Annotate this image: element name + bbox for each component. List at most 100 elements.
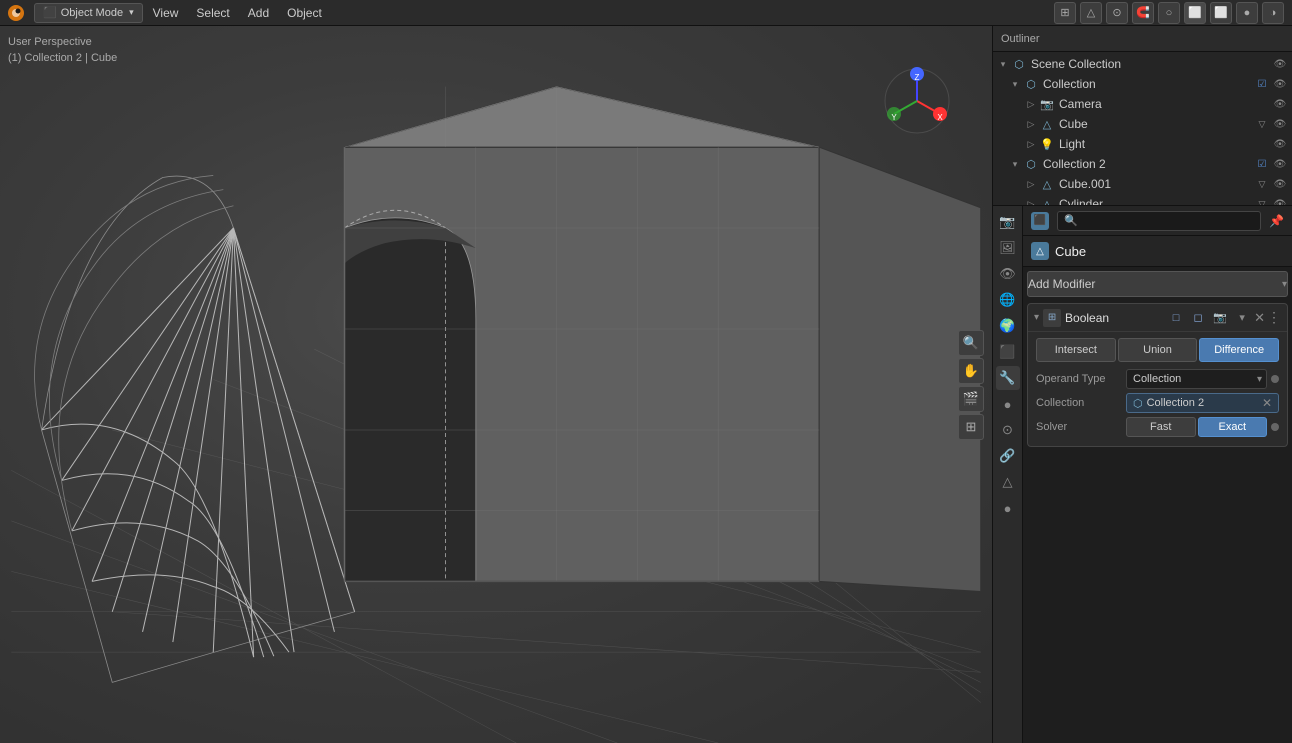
expand-cylinder: ▷ (1025, 198, 1037, 205)
outliner-row-collection2[interactable]: ▾ ⬡ Collection 2 ☑ 👁 (993, 154, 1292, 174)
solver-exact-btn[interactable]: Exact (1198, 417, 1268, 437)
top-bar-left: ⬛ Object Mode ▾ View Select Add Object (0, 2, 334, 24)
visibility-collection[interactable]: 👁 (1272, 76, 1288, 92)
modifier-cage-btn[interactable]: ▾ (1232, 308, 1252, 328)
visibility-camera[interactable]: 👁 (1272, 96, 1288, 112)
filter-cylinder[interactable]: ▽ (1254, 196, 1270, 205)
scene-canvas (0, 26, 992, 743)
op-difference-btn[interactable]: Difference (1199, 338, 1279, 362)
modifier-icon: ⊞ (1043, 309, 1061, 327)
add-modifier-button[interactable]: Add Modifier ▾ (1027, 271, 1288, 297)
viewport-overlay-btn[interactable]: ⊙ (1106, 2, 1128, 24)
3d-viewport[interactable]: User Perspective (1) Collection 2 | Cube… (0, 26, 992, 743)
top-bar-right: ⊞ △ ⊙ 🧲 ○ ⬜ ⬜ ● ◑ (1054, 2, 1292, 24)
add-modifier-label: Add Modifier (1028, 277, 1095, 291)
prop-icon-output[interactable]: 🖼 (996, 236, 1020, 260)
visibility-light[interactable]: 👁 (1272, 136, 1288, 152)
icon-collection: ⬡ (1023, 76, 1039, 92)
outliner-row-light[interactable]: ▷ 💡 Light 👁 (993, 134, 1292, 154)
prop-icon-world[interactable]: 🌍 (996, 314, 1020, 338)
menu-select[interactable]: Select (188, 4, 237, 22)
menu-add[interactable]: Add (240, 4, 277, 22)
outliner: Outliner ▾ ⬡ Scene Collection 👁 ▾ ⬡ Coll… (993, 26, 1292, 206)
editor-type-btn[interactable]: ⊞ (1054, 2, 1076, 24)
prop-icon-modifier[interactable]: 🔧 (996, 366, 1020, 390)
prop-icon-view[interactable]: 👁 (996, 262, 1020, 286)
label-light: Light (1059, 137, 1272, 151)
label-collection: Collection (1043, 77, 1254, 91)
outliner-row-cylinder[interactable]: ▷ △ Cylinder ▽ 👁 (993, 194, 1292, 205)
prop-icon-data[interactable]: △ (996, 470, 1020, 494)
outliner-row-scene-collection[interactable]: ▾ ⬡ Scene Collection 👁 (993, 54, 1292, 74)
operand-type-dropdown[interactable]: Collection (1126, 369, 1267, 389)
prop-icon-particles[interactable]: ● (996, 392, 1020, 416)
solver-buttons: Fast Exact (1126, 417, 1267, 437)
prop-icon-material[interactable]: ● (996, 496, 1020, 520)
outliner-row-cube[interactable]: ▷ △ Cube ▽ 👁 (993, 114, 1292, 134)
icon-cube001: △ (1039, 176, 1055, 192)
row-actions-collection: ☑ 👁 (1254, 76, 1288, 92)
label-camera: Camera (1059, 97, 1272, 111)
collection-clear-btn[interactable]: ✕ (1262, 396, 1272, 410)
outliner-row-collection[interactable]: ▾ ⬡ Collection ☑ 👁 (993, 74, 1292, 94)
check-collection2[interactable]: ☑ (1254, 156, 1270, 172)
tool-move[interactable]: ✋ (958, 358, 984, 384)
viewport-info: User Perspective (1) Collection 2 | Cube (8, 34, 117, 66)
check-collection[interactable]: ☑ (1254, 76, 1270, 92)
navigation-gizmo[interactable]: Z X Y (882, 66, 952, 136)
proportional-btn[interactable]: ○ (1158, 2, 1180, 24)
properties-obj-icon: ⬛ (1031, 212, 1049, 230)
prop-icon-object[interactable]: ⬛ (996, 340, 1020, 364)
op-union-btn[interactable]: Union (1118, 338, 1198, 362)
visibility-cube[interactable]: 👁 (1272, 116, 1288, 132)
visibility-collection2[interactable]: 👁 (1272, 156, 1288, 172)
modifier-render-btn[interactable]: ◻ (1188, 308, 1208, 328)
context-label: (1) Collection 2 | Cube (8, 50, 117, 66)
mode-dropdown-icon: ▾ (129, 7, 134, 18)
modifier-edit-btn[interactable]: 📷 (1210, 308, 1230, 328)
render-mode-1[interactable]: ⬜ (1184, 2, 1206, 24)
visibility-cube001[interactable]: 👁 (1272, 176, 1288, 192)
modifier-close-btn[interactable]: ✕ (1254, 310, 1265, 326)
properties-main: ⬛ 📌 △ Cube Add Modifier ▾ (1023, 206, 1292, 743)
viewport-shading-btn[interactable]: △ (1080, 2, 1102, 24)
object-name-label: Cube (1055, 244, 1086, 259)
menu-object[interactable]: Object (279, 4, 330, 22)
mode-selector[interactable]: ⬛ Object Mode ▾ (34, 3, 143, 23)
visibility-cylinder[interactable]: 👁 (1272, 196, 1288, 205)
properties-object-name-row: △ Cube (1023, 236, 1292, 267)
row-actions-scene: 👁 (1272, 56, 1288, 72)
menu-view[interactable]: View (145, 4, 187, 22)
collection-value-btn[interactable]: ⬡ Collection 2 ✕ (1126, 393, 1279, 413)
outliner-row-cube001[interactable]: ▷ △ Cube.001 ▽ 👁 (993, 174, 1292, 194)
render-mode-3[interactable]: ● (1236, 2, 1258, 24)
tool-grid[interactable]: ⊞ (958, 414, 984, 440)
solver-dot (1271, 423, 1279, 431)
filter-cube[interactable]: ▽ (1254, 116, 1270, 132)
modifier-expand-icon[interactable]: ▾ (1034, 312, 1039, 323)
modifier-realtime-btn[interactable]: □ (1166, 308, 1186, 328)
operand-type-dot (1271, 375, 1279, 383)
render-mode-2[interactable]: ⬜ (1210, 2, 1232, 24)
prop-icon-physics[interactable]: ⊙ (996, 418, 1020, 442)
tool-camera[interactable]: 🎬 (958, 386, 984, 412)
filter-cube001[interactable]: ▽ (1254, 176, 1270, 192)
prop-icon-scene[interactable]: 🌐 (996, 288, 1020, 312)
viewport-tools: 🔍 ✋ 🎬 ⊞ (958, 330, 984, 440)
snap-btn[interactable]: 🧲 (1132, 2, 1154, 24)
properties-search[interactable] (1057, 211, 1261, 231)
prop-icon-render[interactable]: 📷 (996, 210, 1020, 234)
modifier-menu-btn[interactable]: ⋮ (1267, 309, 1281, 326)
op-intersect-btn[interactable]: Intersect (1036, 338, 1116, 362)
solver-row: Solver Fast Exact (1036, 416, 1279, 438)
outliner-row-camera[interactable]: ▷ 📷 Camera 👁 (993, 94, 1292, 114)
operand-type-row: Operand Type Collection (1036, 368, 1279, 390)
tool-magnify[interactable]: 🔍 (958, 330, 984, 356)
modifier-card-header: ▾ ⊞ Boolean □ ◻ 📷 ▾ ✕ ⋮ (1028, 304, 1287, 332)
properties-pin-icon[interactable]: 📌 (1269, 214, 1284, 228)
solver-fast-btn[interactable]: Fast (1126, 417, 1196, 437)
visibility-scene[interactable]: 👁 (1272, 56, 1288, 72)
row-actions-light: 👁 (1272, 136, 1288, 152)
render-mode-4[interactable]: ◑ (1262, 2, 1284, 24)
prop-icon-constraints[interactable]: 🔗 (996, 444, 1020, 468)
